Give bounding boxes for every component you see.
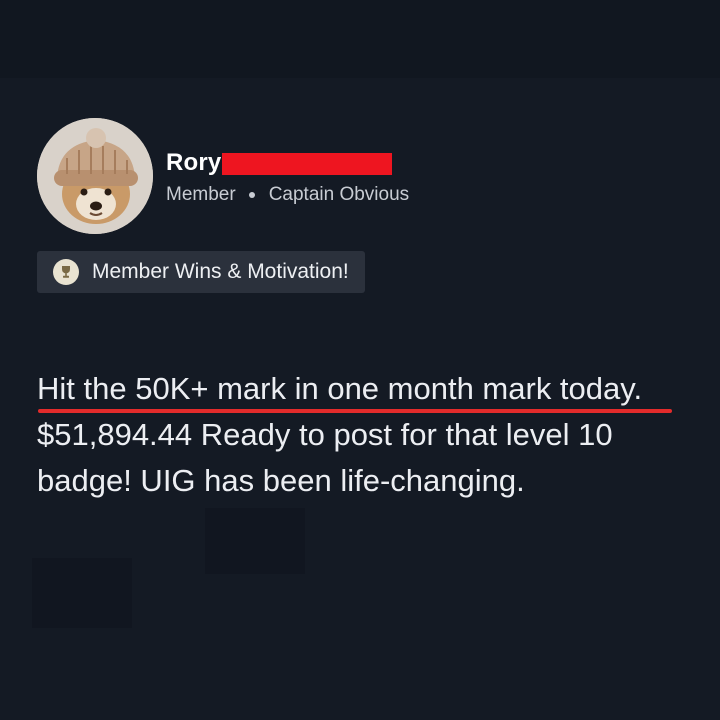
- post-body-text: Hit the 50K+ mark in one month mark toda…: [37, 371, 643, 498]
- author-title: Captain Obvious: [268, 184, 410, 205]
- author-name[interactable]: Rory: [166, 149, 221, 177]
- author-avatar[interactable]: [37, 118, 153, 234]
- post-body: Hit the 50K+ mark in one month mark toda…: [37, 366, 697, 504]
- top-band: [0, 0, 720, 78]
- background-shade: [205, 508, 305, 574]
- category-label: Member Wins & Motivation!: [92, 260, 349, 283]
- author-meta: Member Captain Obvious: [166, 184, 409, 206]
- doge-with-knit-hat-avatar-icon: [37, 118, 153, 234]
- background-shade: [32, 558, 132, 628]
- trophy-icon: [53, 259, 79, 285]
- category-chip[interactable]: Member Wins & Motivation!: [37, 251, 365, 293]
- redaction-bar: [222, 152, 393, 175]
- author-role: Member: [166, 184, 236, 205]
- author-name-row: Rory: [166, 148, 393, 178]
- separator-dot-icon: [248, 192, 255, 198]
